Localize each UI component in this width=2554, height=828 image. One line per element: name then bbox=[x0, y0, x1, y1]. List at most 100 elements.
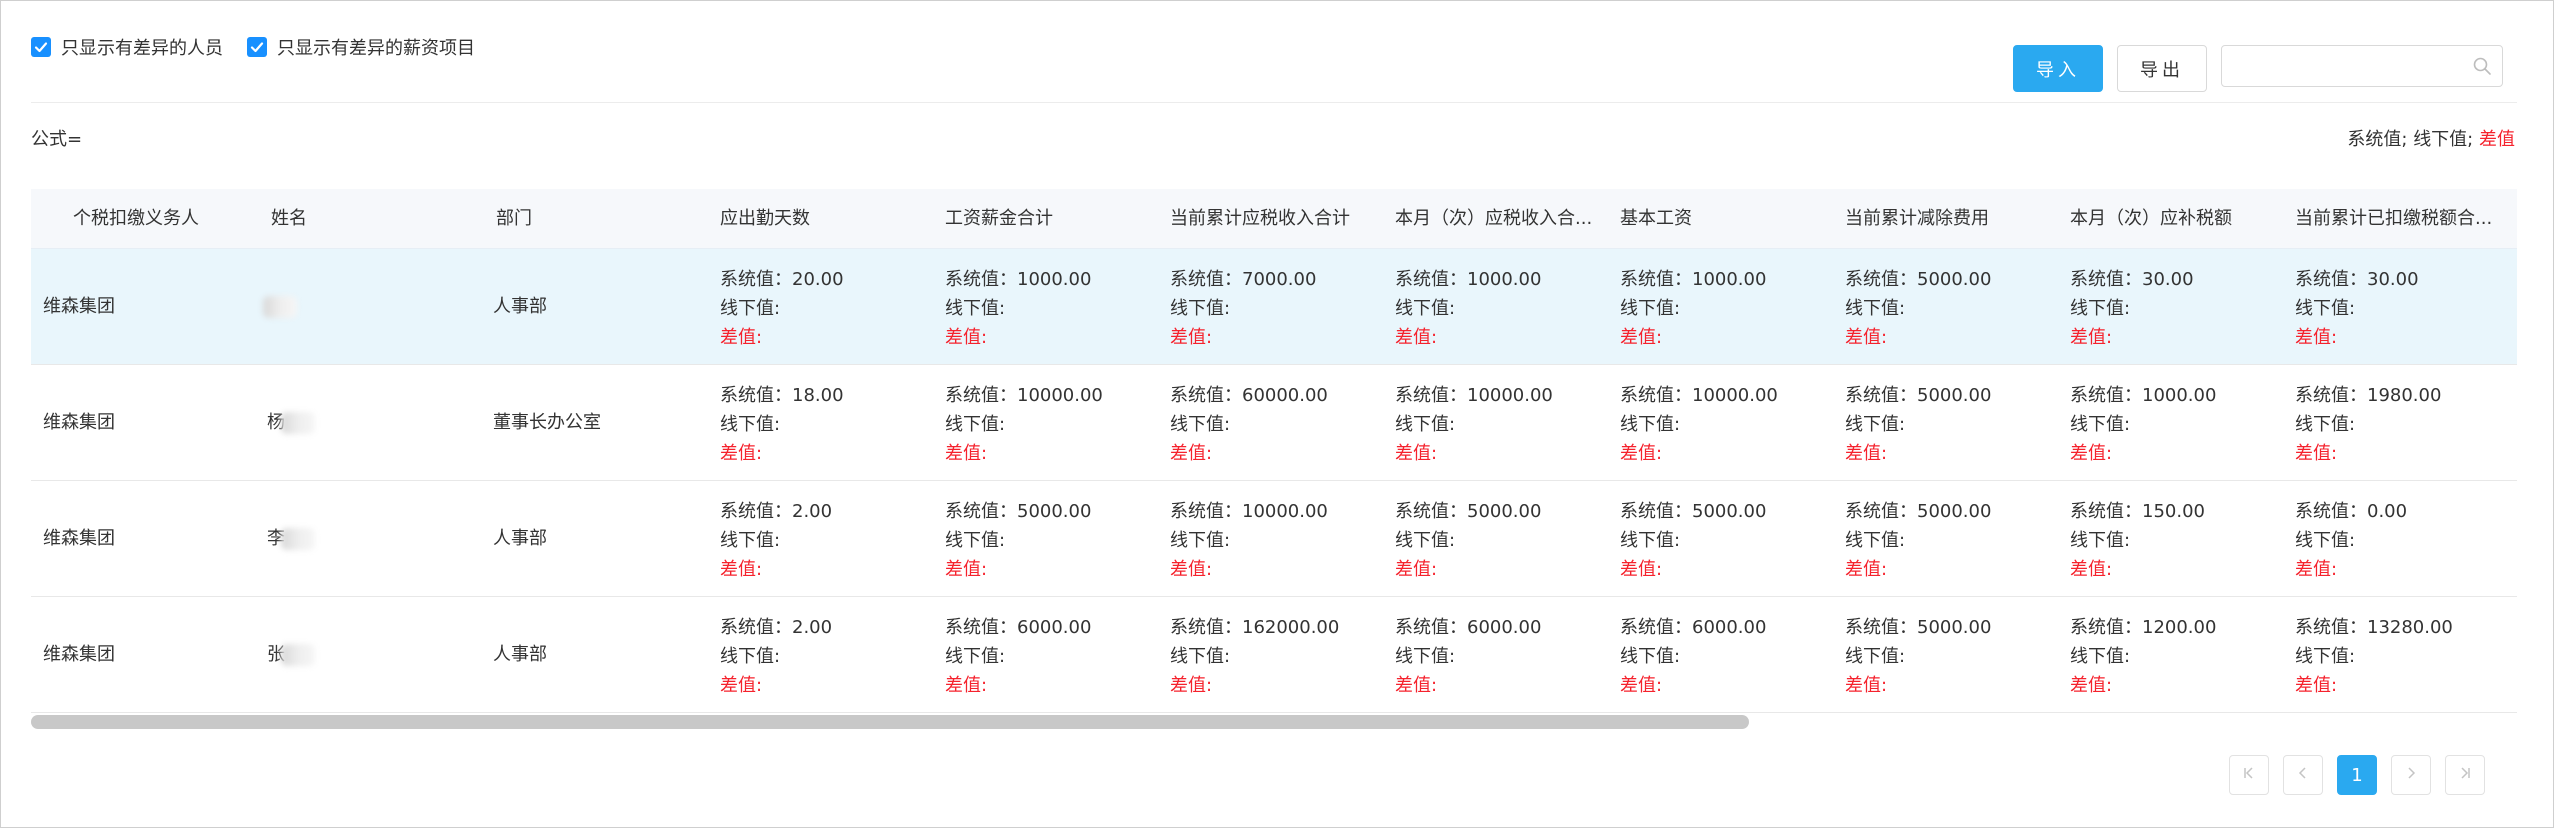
cell-compare: 系统值：150.00 线下值: 差值: bbox=[2070, 497, 2205, 584]
cell-payer: 维森集团 bbox=[43, 597, 115, 713]
system-value-label: 系统值： bbox=[720, 501, 792, 522]
system-value: 5000.00 bbox=[1917, 269, 1992, 290]
column-header[interactable]: 基本工资 bbox=[1620, 189, 1830, 249]
diff-value-label: 差值: bbox=[945, 443, 988, 464]
system-value: 10000.00 bbox=[1467, 385, 1553, 406]
import-button[interactable]: 导入 bbox=[2013, 45, 2103, 92]
table-row[interactable]: 维森集团 人事部 系统值：20.00 线下值: 差值: 系统值：1000.00 线下值: 差值… bbox=[31, 249, 2517, 365]
system-value-label: 系统值： bbox=[945, 385, 1017, 406]
offline-value-label: 线下值: bbox=[2295, 414, 2356, 435]
column-header[interactable]: 本月（次）应税收入合... bbox=[1395, 189, 1605, 249]
system-value-line: 系统值：2.00 bbox=[720, 497, 832, 526]
offline-value-label: 线下值: bbox=[1395, 414, 1456, 435]
system-value-line: 系统值：1000.00 bbox=[1620, 265, 1766, 294]
system-value-label: 系统值： bbox=[2070, 385, 2142, 406]
system-value-line: 系统值：162000.00 bbox=[1170, 613, 1339, 642]
compare-table: 个税扣缴义务人 姓名 部门 应出勤天数 工资薪金合计 当前累计应税收入合计 本月… bbox=[31, 189, 2517, 713]
system-value-line: 系统值：10000.00 bbox=[1620, 381, 1778, 410]
cell-payer: 维森集团 bbox=[43, 481, 115, 597]
cell-payer-text: 维森集团 bbox=[43, 412, 115, 433]
cell-name: 张 bbox=[267, 597, 315, 713]
export-button[interactable]: 导出 bbox=[2117, 45, 2207, 92]
system-value: 6000.00 bbox=[1467, 617, 1542, 638]
cell-compare: 系统值：5000.00 线下值: 差值: bbox=[1845, 265, 1991, 352]
diff-value-label: 差值: bbox=[720, 443, 763, 464]
table-row[interactable]: 维森集团李人事部 系统值：2.00 线下值: 差值: 系统值：5000.00 线下值: 差值… bbox=[31, 481, 2517, 597]
system-value-label: 系统值： bbox=[1620, 617, 1692, 638]
column-header[interactable]: 当前累计减除费用 bbox=[1845, 189, 2055, 249]
last-page-button[interactable] bbox=[2445, 755, 2485, 795]
system-value-line: 系统值：5000.00 bbox=[1845, 497, 1991, 526]
cell-compare: 系统值：6000.00 线下值: 差值: bbox=[1395, 613, 1541, 700]
offline-value-label: 线下值: bbox=[2070, 298, 2131, 319]
only-diff-items-checkbox[interactable]: 只显示有差异的薪资项目 bbox=[247, 34, 475, 60]
system-value: 7000.00 bbox=[1242, 269, 1317, 290]
system-value: 5000.00 bbox=[1917, 501, 1992, 522]
system-value: 1980.00 bbox=[2367, 385, 2442, 406]
horizontal-scrollbar[interactable] bbox=[31, 715, 1749, 729]
system-value-line: 系统值：30.00 bbox=[2295, 265, 2419, 294]
divider bbox=[31, 102, 2517, 103]
column-header[interactable]: 姓名 bbox=[271, 189, 421, 249]
system-value: 13280.00 bbox=[2367, 617, 2453, 638]
diff-value-label: 差值: bbox=[2295, 675, 2338, 696]
system-value-line: 系统值：0.00 bbox=[2295, 497, 2407, 526]
page-number-button[interactable]: 1 bbox=[2337, 755, 2377, 795]
column-header[interactable]: 工资薪金合计 bbox=[945, 189, 1155, 249]
legend-offline: 线下值; bbox=[2413, 129, 2474, 150]
column-header[interactable]: 当前累计应税收入合计 bbox=[1170, 189, 1380, 249]
system-value-line: 系统值：1200.00 bbox=[2070, 613, 2216, 642]
search-input[interactable] bbox=[2222, 46, 2452, 86]
offline-value-label: 线下值: bbox=[1620, 646, 1681, 667]
system-value-label: 系统值： bbox=[1170, 617, 1242, 638]
next-page-icon bbox=[2403, 765, 2419, 786]
diff-value-label: 差值: bbox=[2070, 443, 2113, 464]
system-value-label: 系统值： bbox=[2295, 617, 2367, 638]
cell-compare: 系统值：18.00 线下值: 差值: bbox=[720, 381, 844, 468]
cell-dept: 人事部 bbox=[493, 597, 547, 713]
offline-value-label: 线下值: bbox=[1395, 646, 1456, 667]
diff-value-label: 差值: bbox=[1395, 327, 1438, 348]
cell-compare: 系统值：10000.00 线下值: 差值: bbox=[1170, 497, 1328, 584]
column-header[interactable]: 应出勤天数 bbox=[720, 189, 930, 249]
column-header[interactable]: 部门 bbox=[496, 189, 646, 249]
offline-value-label: 线下值: bbox=[945, 298, 1006, 319]
only-diff-people-checkbox[interactable]: 只显示有差异的人员 bbox=[31, 34, 223, 60]
cell-compare: 系统值：5000.00 线下值: 差值: bbox=[1395, 497, 1541, 584]
cell-payer: 维森集团 bbox=[43, 249, 115, 365]
diff-value-label: 差值: bbox=[1845, 443, 1888, 464]
search-icon[interactable] bbox=[2472, 56, 2492, 76]
system-value-label: 系统值： bbox=[2070, 501, 2142, 522]
redacted-name-blur bbox=[281, 528, 315, 550]
table-row[interactable]: 维森集团杨董事长办公室 系统值：18.00 线下值: 差值: 系统值：10000.00 线… bbox=[31, 365, 2517, 481]
search-box bbox=[2221, 45, 2503, 87]
system-value-line: 系统值：1000.00 bbox=[945, 265, 1091, 294]
pagination: 1 bbox=[2229, 755, 2485, 795]
cell-compare: 系统值：20.00 线下值: 差值: bbox=[720, 265, 844, 352]
system-value-label: 系统值： bbox=[1845, 501, 1917, 522]
table-row[interactable]: 维森集团张人事部 系统值：2.00 线下值: 差值: 系统值：6000.00 线下值: 差值… bbox=[31, 597, 2517, 713]
system-value: 1000.00 bbox=[1017, 269, 1092, 290]
system-value: 2.00 bbox=[792, 501, 833, 522]
system-value: 30.00 bbox=[2142, 269, 2194, 290]
system-value-label: 系统值： bbox=[945, 501, 1017, 522]
redacted-name-blur bbox=[281, 644, 315, 666]
formula-label: 公式= bbox=[31, 129, 83, 150]
diff-value-label: 差值: bbox=[720, 327, 763, 348]
system-value-line: 系统值：1000.00 bbox=[2070, 381, 2216, 410]
system-value-label: 系统值： bbox=[1395, 501, 1467, 522]
column-header[interactable]: 个税扣缴义务人 bbox=[73, 189, 243, 249]
cell-dept-text: 人事部 bbox=[493, 528, 547, 549]
column-header[interactable]: 本月（次）应补税额 bbox=[2070, 189, 2280, 249]
column-header[interactable]: 当前累计已扣缴税额合... bbox=[2295, 189, 2505, 249]
system-value-line: 系统值：1000.00 bbox=[1395, 265, 1541, 294]
first-page-button[interactable] bbox=[2229, 755, 2269, 795]
cell-compare: 系统值：1980.00 线下值: 差值: bbox=[2295, 381, 2441, 468]
system-value: 5000.00 bbox=[1917, 385, 1992, 406]
prev-page-button[interactable] bbox=[2283, 755, 2323, 795]
system-value: 162000.00 bbox=[1242, 617, 1340, 638]
offline-value-label: 线下值: bbox=[1395, 530, 1456, 551]
system-value-label: 系统值： bbox=[1845, 385, 1917, 406]
offline-value-label: 线下值: bbox=[1170, 646, 1231, 667]
next-page-button[interactable] bbox=[2391, 755, 2431, 795]
